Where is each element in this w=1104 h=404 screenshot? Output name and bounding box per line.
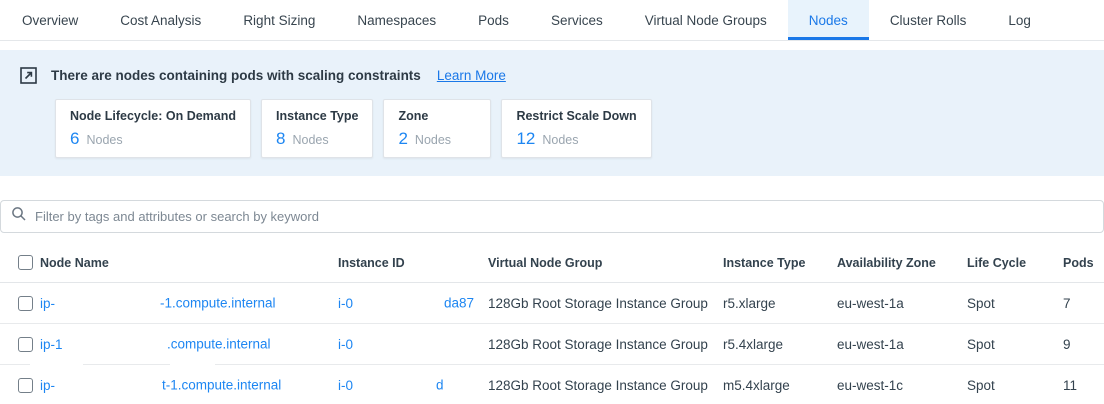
card-title: Node Lifecycle: On Demand xyxy=(70,109,236,123)
virtual-node-group: 128Gb Root Storage Instance Group xyxy=(488,283,723,323)
card-count: 8 xyxy=(276,129,285,149)
pods-count: 9 xyxy=(1063,324,1104,364)
pods-count: 7 xyxy=(1063,283,1104,323)
select-all-checkbox[interactable] xyxy=(18,255,33,270)
availability-zone: eu-west-1c xyxy=(837,365,967,404)
virtual-node-group: 128Gb Root Storage Instance Group xyxy=(488,324,723,364)
availability-zone: eu-west-1a xyxy=(837,324,967,364)
col-instance-id: Instance ID xyxy=(338,243,488,282)
col-virtual-node-group: Virtual Node Group xyxy=(488,243,723,282)
node-name-link[interactable]: ip-1 .compute.internal xyxy=(40,324,338,364)
row-checkbox[interactable] xyxy=(18,337,33,352)
col-node-name: Node Name xyxy=(40,243,338,282)
card-unit: Nodes xyxy=(542,133,578,147)
nodes-page: Overview Cost Analysis Right Sizing Name… xyxy=(0,0,1104,404)
card-count: 2 xyxy=(398,129,407,149)
tab-bar: Overview Cost Analysis Right Sizing Name… xyxy=(0,0,1104,41)
table-row: ip-1 .compute.internal i-0 128Gb Root St… xyxy=(0,324,1104,365)
life-cycle: Spot xyxy=(967,283,1063,323)
card-count: 12 xyxy=(516,129,535,149)
tab-pods[interactable]: Pods xyxy=(457,0,530,40)
row-checkbox[interactable] xyxy=(18,378,33,393)
card-unit: Nodes xyxy=(415,133,451,147)
virtual-node-group: 128Gb Root Storage Instance Group xyxy=(488,365,723,404)
instance-type: m5.4xlarge xyxy=(723,365,837,404)
table-row: ip- t-1.compute.internal i-0 d 128Gb Roo… xyxy=(0,365,1104,404)
card-title: Restrict Scale Down xyxy=(516,109,636,123)
tab-virtual-node-groups[interactable]: Virtual Node Groups xyxy=(624,0,788,40)
tab-right-sizing[interactable]: Right Sizing xyxy=(222,0,336,40)
learn-more-link[interactable]: Learn More xyxy=(437,68,506,83)
instance-type: r5.xlarge xyxy=(723,283,837,323)
card-unit: Nodes xyxy=(292,133,328,147)
col-pods: Pods xyxy=(1063,243,1104,282)
redaction-patch xyxy=(30,364,83,367)
card-instance-type[interactable]: Instance Type 8 Nodes xyxy=(261,99,373,158)
tab-cost-analysis[interactable]: Cost Analysis xyxy=(99,0,222,40)
card-unit: Nodes xyxy=(86,133,122,147)
life-cycle: Spot xyxy=(967,324,1063,364)
life-cycle: Spot xyxy=(967,365,1063,404)
col-availability-zone: Availability Zone xyxy=(837,243,967,282)
scaling-constraints-banner: There are nodes containing pods with sca… xyxy=(0,50,1104,176)
node-name-link[interactable]: ip- t-1.compute.internal xyxy=(40,365,338,404)
instance-type: r5.4xlarge xyxy=(723,324,837,364)
card-title: Instance Type xyxy=(276,109,358,123)
constraint-cards: Node Lifecycle: On Demand 6 Nodes Instan… xyxy=(55,99,1084,158)
col-life-cycle: Life Cycle xyxy=(967,243,1063,282)
instance-id[interactable]: i-0 xyxy=(338,324,488,364)
card-node-lifecycle[interactable]: Node Lifecycle: On Demand 6 Nodes xyxy=(55,99,251,158)
filter-bar xyxy=(0,200,1104,233)
search-input[interactable] xyxy=(35,209,1093,224)
tab-overview[interactable]: Overview xyxy=(1,0,99,40)
pods-count: 11 xyxy=(1063,365,1104,404)
nodes-table: Node Name Instance ID Virtual Node Group… xyxy=(0,243,1104,404)
tab-nodes[interactable]: Nodes xyxy=(788,0,869,40)
col-instance-type: Instance Type xyxy=(723,243,837,282)
row-checkbox[interactable] xyxy=(18,296,33,311)
redaction-patch xyxy=(170,364,215,367)
tab-cluster-rolls[interactable]: Cluster Rolls xyxy=(869,0,988,40)
banner-message: There are nodes containing pods with sca… xyxy=(51,68,421,83)
instance-id[interactable]: i-0 da87 xyxy=(338,283,488,323)
card-count: 6 xyxy=(70,129,79,149)
card-title: Zone xyxy=(398,109,476,123)
tab-log[interactable]: Log xyxy=(987,0,1052,40)
tab-namespaces[interactable]: Namespaces xyxy=(336,0,457,40)
search-icon xyxy=(11,206,27,227)
availability-zone: eu-west-1a xyxy=(837,283,967,323)
card-restrict-scale-down[interactable]: Restrict Scale Down 12 Nodes xyxy=(501,99,651,158)
tab-services[interactable]: Services xyxy=(530,0,624,40)
instance-id[interactable]: i-0 d xyxy=(338,365,488,404)
table-row: ip- -1.compute.internal i-0 da87 128Gb R… xyxy=(0,283,1104,324)
table-header-row: Node Name Instance ID Virtual Node Group… xyxy=(0,243,1104,283)
card-zone[interactable]: Zone 2 Nodes xyxy=(383,99,491,158)
node-name-link[interactable]: ip- -1.compute.internal xyxy=(40,283,338,323)
scale-out-icon xyxy=(20,67,37,84)
